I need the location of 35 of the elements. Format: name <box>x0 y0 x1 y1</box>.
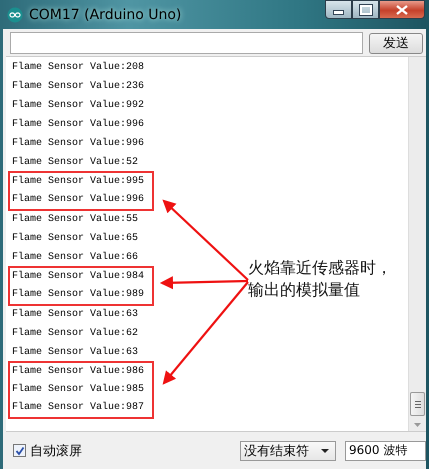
send-button[interactable]: 发送 <box>369 32 423 54</box>
output-line: Flame Sensor Value:986 <box>11 364 144 379</box>
annotation-text: 火焰靠近传感器时，输出的模拟量值 <box>248 257 393 301</box>
output-line: Flame Sensor Value:65 <box>11 232 138 246</box>
output-line: Flame Sensor Value:995 <box>11 174 144 189</box>
output-line: Flame Sensor Value:52 <box>11 156 138 170</box>
output-line: Flame Sensor Value:992 <box>11 98 144 113</box>
scrollbar[interactable] <box>408 57 426 431</box>
baud-rate-dropdown[interactable]: 9600 波特 <box>345 440 426 460</box>
output-line: Flame Sensor Value:66 <box>11 250 138 265</box>
close-button[interactable] <box>379 0 425 19</box>
output-line: Flame Sensor Value:63 <box>11 346 138 360</box>
output-line: Flame Sensor Value:987 <box>11 400 144 415</box>
close-icon <box>396 4 408 14</box>
output-line: Flame Sensor Value:236 <box>11 80 144 94</box>
output-line: Flame Sensor Value:996 <box>11 192 144 207</box>
send-input-field[interactable] <box>10 32 363 54</box>
dropdown-caret-icon <box>321 448 329 452</box>
line-ending-dropdown[interactable]: 没有结束符 <box>240 440 336 460</box>
output-line: Flame Sensor Value:996 <box>11 136 144 151</box>
output-line: Flame Sensor Value:984 <box>11 270 144 284</box>
output-line: Flame Sensor Value:996 <box>11 118 144 132</box>
scrollbar-thumb[interactable] <box>410 392 425 416</box>
minimize-button[interactable] <box>325 0 352 19</box>
checkmark-icon <box>14 446 24 456</box>
maximize-button[interactable] <box>352 0 379 19</box>
window-title: COM17 (Arduino Uno) <box>29 6 182 22</box>
output-line: Flame Sensor Value:989 <box>11 288 144 302</box>
output-line: Flame Sensor Value:63 <box>11 308 138 322</box>
output-line: Flame Sensor Value:55 <box>11 212 138 227</box>
output-line: Flame Sensor Value:208 <box>11 60 144 75</box>
autoscroll-checkbox[interactable]: 自动滚屏 <box>13 442 82 460</box>
output-line: Flame Sensor Value:62 <box>11 326 138 341</box>
output-line: Flame Sensor Value:985 <box>11 382 144 397</box>
arduino-logo-icon <box>7 6 23 22</box>
